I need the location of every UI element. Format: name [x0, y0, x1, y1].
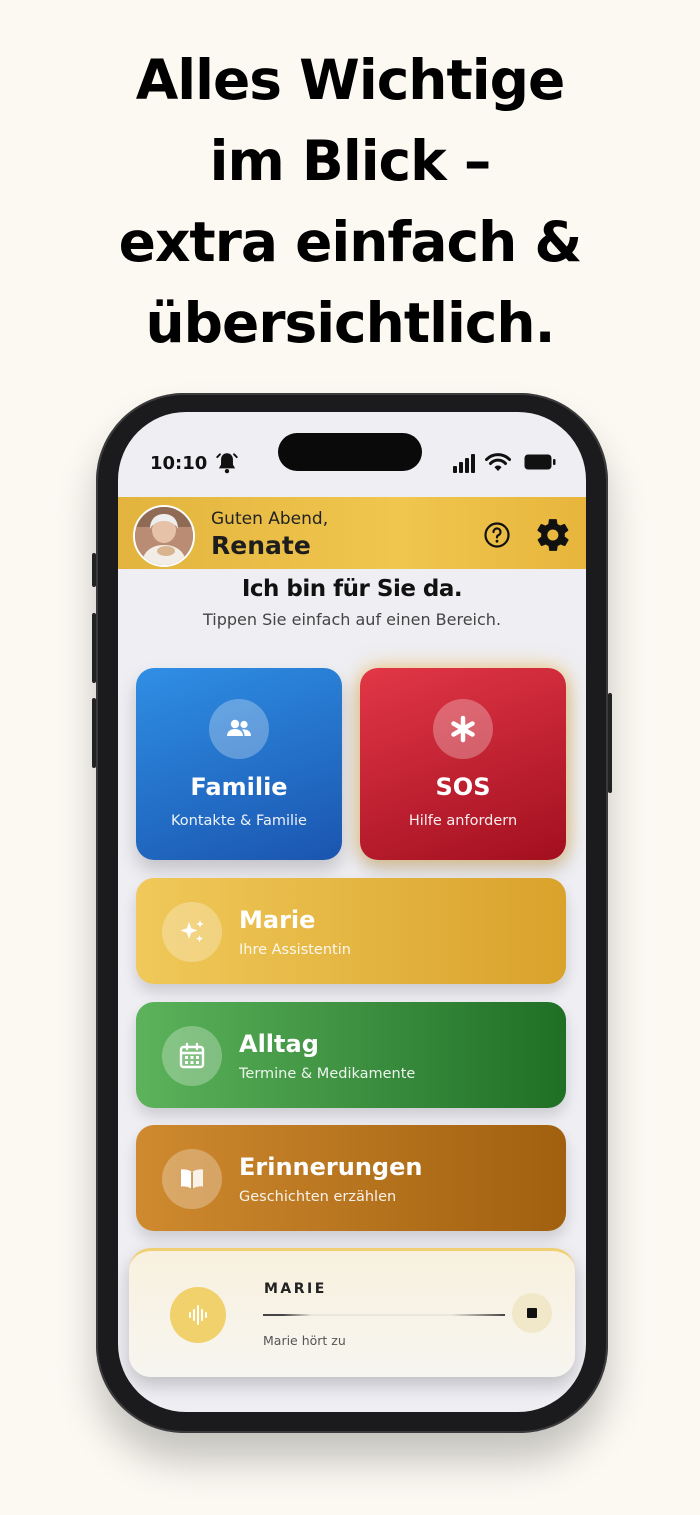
stop-button[interactable]	[512, 1293, 552, 1333]
listening-progress	[263, 1314, 505, 1316]
assistant-panel: MARIE Marie hört zu	[129, 1248, 575, 1377]
page-title: Ich bin für Sie da.	[241, 576, 463, 602]
help-icon[interactable]	[483, 521, 511, 549]
tile-sublabel: Kontakte & Familie	[171, 813, 307, 829]
tile-label: SOS	[435, 773, 491, 801]
battery-icon	[524, 454, 556, 470]
row-label: Alltag	[239, 1030, 319, 1058]
status-bar: 10:10	[118, 412, 586, 496]
stop-icon	[527, 1308, 537, 1318]
marie-row[interactable]: Marie Ihre Assistentin	[136, 878, 566, 984]
user-name: Renate	[211, 531, 311, 560]
asterisk-icon	[433, 699, 493, 759]
row-label: Marie	[239, 906, 316, 934]
status-time: 10:10	[150, 453, 208, 474]
headline-line: extra einfach &	[118, 210, 583, 274]
alltag-row[interactable]: Alltag Termine & Medikamente	[136, 1002, 566, 1108]
row-sublabel: Geschichten erzählen	[239, 1189, 397, 1205]
alarm-bell-icon	[216, 453, 238, 474]
greeting-text: Guten Abend,	[211, 509, 329, 529]
avatar[interactable]	[133, 505, 195, 567]
tile-sublabel: Hilfe anfordern	[408, 813, 518, 829]
erinnerungen-row[interactable]: Erinnerungen Geschichten erzählen	[136, 1125, 566, 1231]
phone-screen: 10:10 Guten Abend, Renate Ich bin für Si…	[118, 412, 586, 1412]
headline-line: übersichtlich.	[145, 291, 556, 355]
sparkle-icon	[162, 902, 222, 962]
voice-wave-icon[interactable]	[170, 1287, 226, 1343]
calendar-icon	[162, 1026, 222, 1086]
row-label: Erinnerungen	[239, 1153, 423, 1181]
people-icon	[209, 699, 269, 759]
row-sublabel: Ihre Assistentin	[239, 942, 351, 958]
assistant-status: Marie hört zu	[263, 1333, 346, 1348]
row-sublabel: Termine & Medikamente	[239, 1066, 416, 1082]
headline-line: im Blick –	[209, 129, 492, 193]
dynamic-island	[278, 433, 422, 471]
assistant-name: MARIE	[264, 1281, 327, 1297]
familie-tile[interactable]: Familie Kontakte & Familie	[136, 668, 342, 860]
page-subtitle: Tippen Sie einfach auf einen Bereich.	[202, 610, 502, 629]
headline: Alles Wichtige im Blick – extra einfach …	[0, 40, 700, 364]
tile-label: Familie	[190, 773, 288, 801]
app-header: Guten Abend, Renate	[118, 497, 586, 569]
cellular-signal-icon	[453, 454, 475, 473]
sos-tile[interactable]: SOS Hilfe anfordern	[360, 668, 566, 860]
book-icon	[162, 1149, 222, 1209]
wifi-icon	[485, 453, 511, 471]
gear-icon[interactable]	[534, 516, 572, 554]
headline-line: Alles Wichtige	[135, 48, 566, 112]
